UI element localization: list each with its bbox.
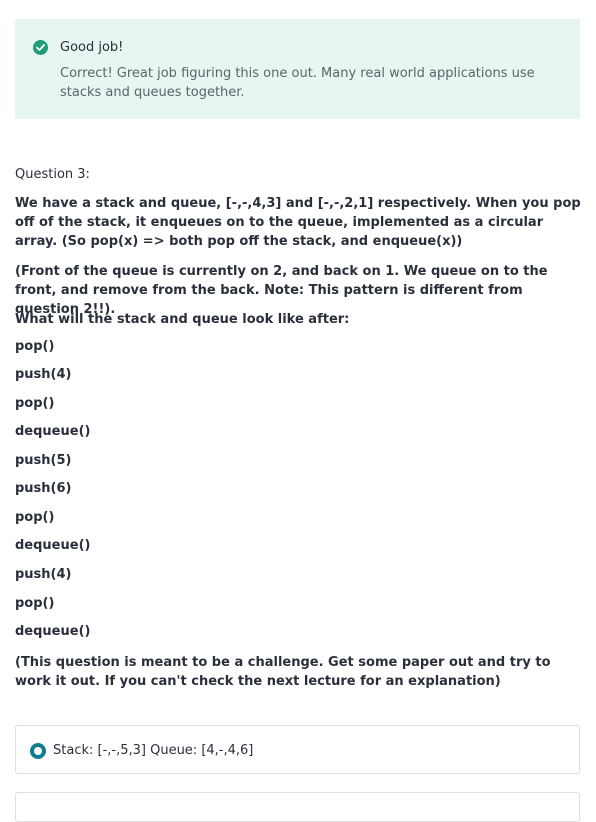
check-circle-icon xyxy=(33,40,48,55)
operation-item: dequeue() xyxy=(15,624,91,639)
operation-item: pop() xyxy=(15,596,55,611)
radio-selected-icon[interactable] xyxy=(30,743,46,759)
operation-item: dequeue() xyxy=(15,538,91,553)
operation-item: push(4) xyxy=(15,567,72,582)
answer-option[interactable]: Stack: [-,-,5,3] Queue: [4,-,4,6] xyxy=(15,725,580,774)
operation-item: push(6) xyxy=(15,481,72,496)
feedback-body: Correct! Great job figuring this one out… xyxy=(60,66,535,100)
feedback-banner: Good job! Correct! Great job figuring th… xyxy=(15,19,580,119)
operation-item: pop() xyxy=(15,339,55,354)
question-paragraph: We have a stack and queue, [-,-,4,3] and… xyxy=(15,196,581,249)
operation-item: push(5) xyxy=(15,453,72,468)
answer-option-label: Stack: [-,-,5,3] Queue: [4,-,4,6] xyxy=(53,743,254,758)
answer-option[interactable] xyxy=(15,792,580,822)
operation-item: dequeue() xyxy=(15,424,91,439)
question-label: Question 3: xyxy=(15,167,90,182)
operation-item: pop() xyxy=(15,396,55,411)
feedback-title: Good job! xyxy=(60,40,124,55)
challenge-note: (This question is meant to be a challeng… xyxy=(15,655,551,689)
question-prompt: What will the stack and queue look like … xyxy=(15,312,350,327)
operation-item: pop() xyxy=(15,510,55,525)
operation-item: push(4) xyxy=(15,367,72,382)
